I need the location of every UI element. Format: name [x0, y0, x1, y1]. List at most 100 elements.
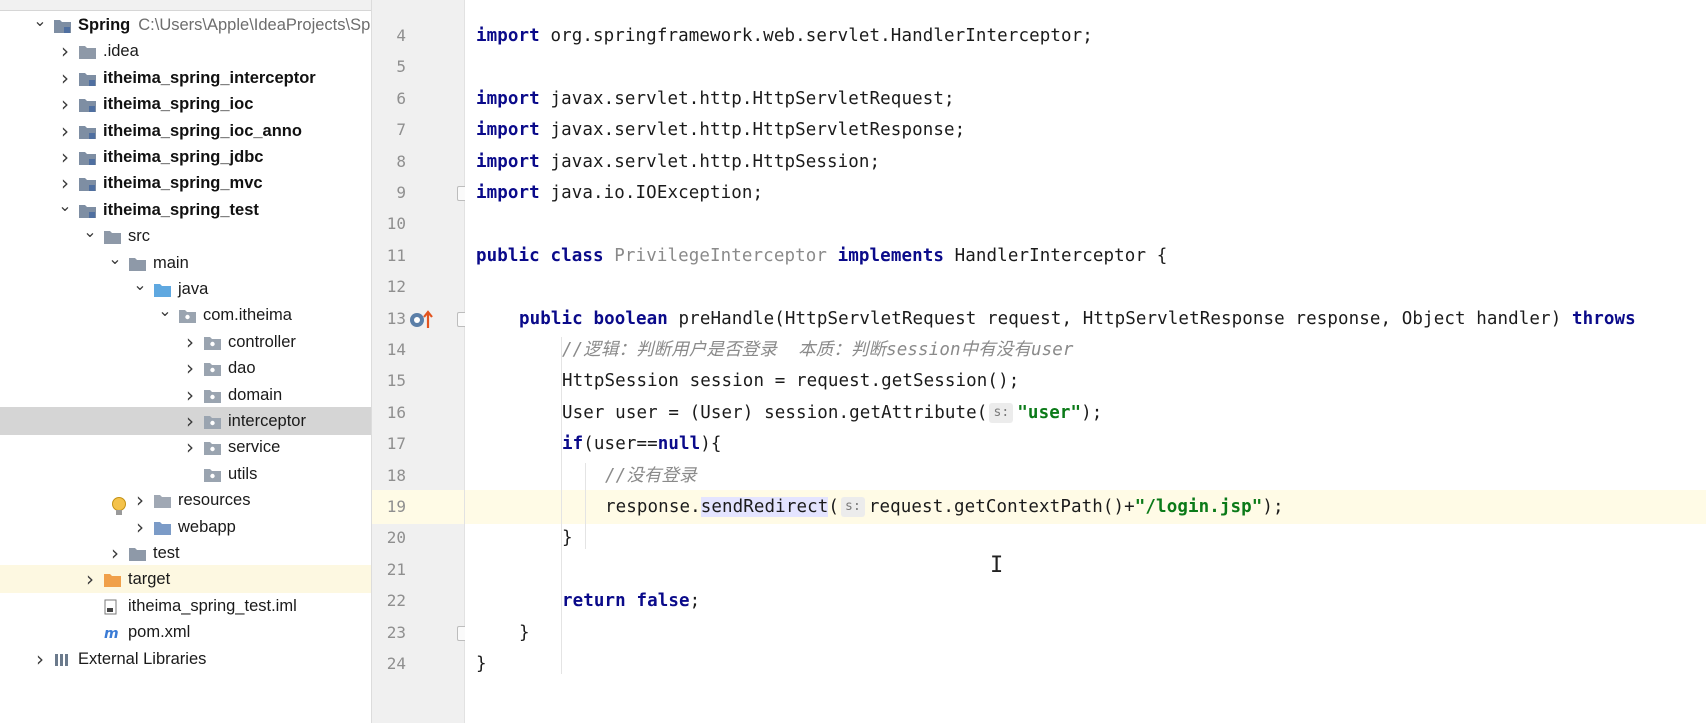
code-line[interactable]: //没有登录: [465, 459, 1706, 493]
tree-node-itheima-spring-mvc[interactable]: › itheima_spring_mvc: [0, 169, 371, 197]
chevron-right-icon[interactable]: ›: [57, 143, 73, 171]
chevron-right-icon[interactable]: ›: [182, 354, 198, 382]
code-line[interactable]: [465, 270, 1706, 304]
tree-node-pom-xml[interactable]: m pom.xml: [0, 618, 371, 646]
tree-node-com-itheima[interactable]: ⌄ com.itheima: [0, 301, 371, 329]
code-line[interactable]: import org.springframework.web.servlet.H…: [465, 19, 1706, 53]
tree-node-text: itheima_spring_mvc: [103, 174, 263, 193]
line-number: 13: [386, 308, 406, 328]
tree-node-utils[interactable]: utils: [0, 460, 371, 488]
code-line[interactable]: [465, 207, 1706, 241]
chevron-down-icon[interactable]: ⌄: [132, 275, 148, 303]
gutter-line: 21: [372, 553, 464, 587]
module-folder-icon: [79, 71, 96, 86]
chevron-right-icon[interactable]: ›: [57, 64, 73, 92]
tree-node-itheima-spring-jdbc[interactable]: › itheima_spring_jdbc: [0, 143, 371, 171]
code-token: import: [476, 183, 540, 203]
code-line[interactable]: import javax.servlet.http.HttpServletRes…: [465, 113, 1706, 147]
chevron-right-icon[interactable]: ›: [132, 513, 148, 541]
override-method-icon[interactable]: [408, 308, 436, 336]
code-line[interactable]: public class PrivilegeInterceptor implem…: [465, 239, 1706, 273]
code-line[interactable]: response.sendRedirect(s: request.getConte…: [465, 490, 1706, 524]
chevron-right-icon[interactable]: ›: [32, 645, 48, 673]
chevron-down-icon[interactable]: ⌄: [82, 222, 98, 250]
code-line[interactable]: import java.io.IOException;: [465, 176, 1706, 210]
code-editor[interactable]: import org.springframework.web.servlet.H…: [465, 0, 1706, 723]
chevron-right-icon[interactable]: ›: [182, 433, 198, 461]
tree-node-text: itheima_spring_test: [103, 200, 259, 219]
chevron-right-icon[interactable]: ›: [182, 381, 198, 409]
chevron-right-icon[interactable]: ›: [57, 37, 73, 65]
tree-node-domain[interactable]: › domain: [0, 381, 371, 409]
tree-node-label: itheima_spring_mvc: [103, 169, 263, 197]
chevron-right-icon[interactable]: ›: [182, 328, 198, 356]
tree-node-text: interceptor: [228, 412, 306, 430]
chevron-right-icon[interactable]: ›: [182, 407, 198, 435]
chevron-right-icon[interactable]: ›: [82, 565, 98, 593]
code-text: public boolean preHandle(HttpServletRequ…: [519, 302, 1636, 336]
tree-node-external-libraries[interactable]: › External Libraries: [0, 645, 371, 673]
chevron-right-icon[interactable]: ›: [132, 486, 148, 514]
tree-node-webapp[interactable]: › webapp: [0, 513, 371, 541]
tree-node-target[interactable]: › target: [0, 565, 371, 594]
code-line[interactable]: import javax.servlet.http.HttpSession;: [465, 145, 1706, 179]
chevron-down-icon[interactable]: ⌄: [57, 196, 73, 224]
tree-node-itheima-spring-ioc-anno[interactable]: › itheima_spring_ioc_anno: [0, 117, 371, 145]
code-text: }: [519, 616, 530, 650]
chevron-down-icon[interactable]: ⌄: [157, 301, 173, 329]
code-line[interactable]: import javax.servlet.http.HttpServletReq…: [465, 82, 1706, 116]
gutter-line: 23: [372, 616, 464, 650]
tree-node-itheima-spring-interceptor[interactable]: › itheima_spring_interceptor: [0, 64, 371, 92]
tree-node-src[interactable]: ⌄ src: [0, 222, 371, 250]
tree-node-text: utils: [228, 464, 258, 483]
gutter-line: 6: [372, 82, 464, 116]
code-token: import: [476, 151, 540, 172]
maven-file-icon: m: [104, 625, 121, 642]
tree-node-itheima-spring-test[interactable]: ⌄ itheima_spring_test: [0, 196, 371, 224]
tree-node-text: itheima_spring_interceptor: [103, 68, 316, 87]
lightbulb-icon[interactable]: [111, 496, 127, 522]
code-line[interactable]: User user = (User) session.getAttribute(…: [465, 396, 1706, 430]
chevron-right-icon[interactable]: ›: [57, 90, 73, 118]
chevron-down-icon[interactable]: ⌄: [107, 249, 123, 277]
tree-node-main[interactable]: ⌄ main: [0, 249, 371, 277]
tree-node-text: Spring: [78, 16, 131, 34]
code-line[interactable]: HttpSession session = request.getSession…: [465, 364, 1706, 398]
code-line[interactable]: [465, 50, 1706, 84]
tree-node-text: domain: [228, 385, 283, 404]
code-text: import javax.servlet.http.HttpSession;: [476, 145, 880, 179]
tree-node-idea[interactable]: › .idea: [0, 37, 371, 65]
line-number: 10: [386, 214, 406, 234]
chevron-right-icon[interactable]: ›: [57, 169, 73, 197]
package-icon: [204, 440, 221, 456]
code-line[interactable]: return false;: [465, 584, 1706, 618]
code-line[interactable]: //逻辑：判断用户是否登录 本质：判断session中有没有user: [465, 333, 1706, 367]
tree-node-interceptor[interactable]: › interceptor: [0, 407, 371, 435]
code-line[interactable]: }: [465, 521, 1706, 555]
tree-node-label: java: [178, 275, 208, 303]
module-folder-icon: [79, 124, 96, 139]
code-token: );: [1262, 497, 1284, 517]
code-line[interactable]: if(user==null){: [465, 427, 1706, 461]
code-line[interactable]: [465, 553, 1706, 587]
tree-node-java[interactable]: ⌄ java: [0, 275, 371, 303]
code-line[interactable]: public boolean preHandle(HttpServletRequ…: [465, 302, 1706, 336]
tree-node-dao[interactable]: › dao: [0, 354, 371, 382]
line-number: 21: [386, 559, 406, 579]
line-number: 4: [396, 26, 406, 45]
tree-node-resources[interactable]: › resources: [0, 486, 371, 514]
chevron-right-icon[interactable]: ›: [107, 539, 123, 567]
tree-node-test[interactable]: › test: [0, 539, 371, 567]
tree-node-service[interactable]: › service: [0, 433, 371, 461]
gutter-line: 12: [372, 270, 464, 304]
code-line[interactable]: }: [465, 647, 1706, 681]
chevron-down-icon[interactable]: ⌄: [32, 11, 48, 39]
tree-node-controller[interactable]: › controller: [0, 328, 371, 356]
chevron-right-icon[interactable]: ›: [57, 117, 73, 145]
code-token: }: [476, 654, 487, 674]
tree-node-itheima-spring-test-iml[interactable]: itheima_spring_test.iml: [0, 592, 371, 620]
code-line[interactable]: }: [465, 616, 1706, 650]
tree-node-itheima-spring-ioc[interactable]: › itheima_spring_ioc: [0, 90, 371, 118]
tree-node-spring[interactable]: ⌄ Spring C:\Users\Apple\IdeaProjects\Spr: [0, 11, 371, 39]
code-token: ;: [689, 591, 701, 612]
